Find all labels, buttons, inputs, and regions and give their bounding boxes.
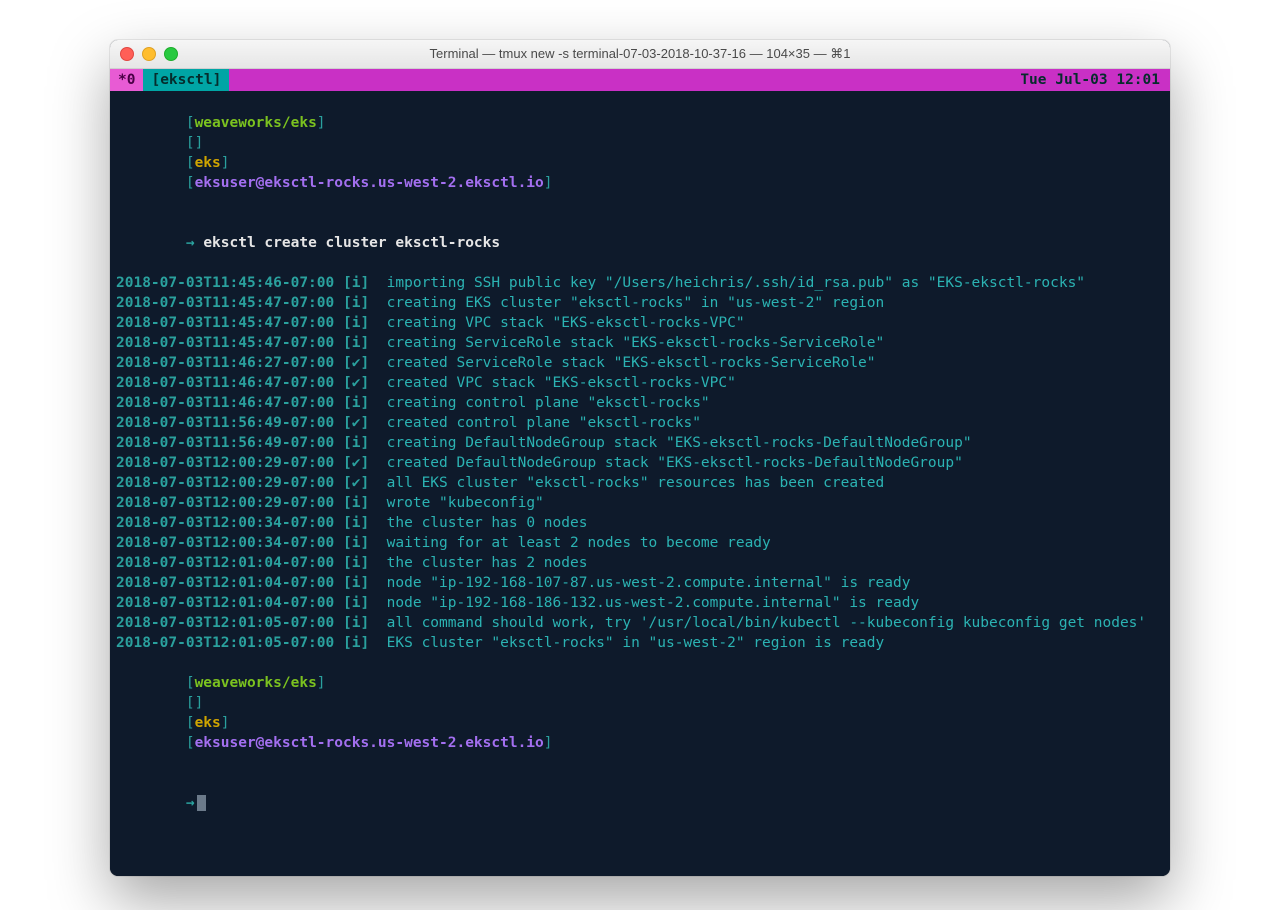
log-level: [i] xyxy=(343,635,369,651)
minimize-icon[interactable] xyxy=(142,47,156,61)
log-timestamp: 2018-07-03T11:46:47-07:00 xyxy=(116,395,334,411)
close-icon[interactable] xyxy=(120,47,134,61)
log-message: created VPC stack "EKS-eksctl-rocks-VPC" xyxy=(387,375,736,391)
log-level: [i] xyxy=(343,575,369,591)
window-controls xyxy=(120,47,178,61)
log-level: [i] xyxy=(343,495,369,511)
log-timestamp: 2018-07-03T12:01:05-07:00 xyxy=(116,635,334,651)
tmux-window-name: [eksctl] xyxy=(143,69,229,91)
log-level: [i] xyxy=(343,335,369,351)
log-level: [✔] xyxy=(343,415,369,431)
log-timestamp: 2018-07-03T12:00:34-07:00 xyxy=(116,535,334,551)
tmux-window-index: *0 xyxy=(110,69,143,91)
terminal-viewport[interactable]: [weaveworks/eks] [] [eks] [eksuser@eksct… xyxy=(110,91,1170,876)
log-level: [✔] xyxy=(343,455,369,471)
log-level: [✔] xyxy=(343,355,369,371)
log-timestamp: 2018-07-03T12:01:04-07:00 xyxy=(116,595,334,611)
log-level: [i] xyxy=(343,615,369,631)
log-line: 2018-07-03T12:01:04-07:00 [i] the cluste… xyxy=(116,553,1164,573)
log-line: 2018-07-03T12:01:05-07:00 [i] all comman… xyxy=(116,613,1164,633)
log-line: 2018-07-03T12:01:05-07:00 [i] EKS cluste… xyxy=(116,633,1164,653)
log-timestamp: 2018-07-03T12:00:29-07:00 xyxy=(116,455,334,471)
log-timestamp: 2018-07-03T12:01:04-07:00 xyxy=(116,575,334,591)
log-level: [i] xyxy=(343,275,369,291)
cursor-icon xyxy=(197,795,206,811)
log-line: 2018-07-03T12:00:34-07:00 [i] the cluste… xyxy=(116,513,1164,533)
log-line: 2018-07-03T12:00:29-07:00 [✔] created De… xyxy=(116,453,1164,473)
log-timestamp: 2018-07-03T11:56:49-07:00 xyxy=(116,415,334,431)
log-line: 2018-07-03T12:00:29-07:00 [✔] all EKS cl… xyxy=(116,473,1164,493)
log-level: [i] xyxy=(343,435,369,451)
log-line: 2018-07-03T11:45:47-07:00 [i] creating E… xyxy=(116,293,1164,313)
log-timestamp: 2018-07-03T12:00:34-07:00 xyxy=(116,515,334,531)
log-line: 2018-07-03T12:00:34-07:00 [i] waiting fo… xyxy=(116,533,1164,553)
log-message: creating control plane "eksctl-rocks" xyxy=(387,395,710,411)
log-line: 2018-07-03T12:01:04-07:00 [i] node "ip-1… xyxy=(116,593,1164,613)
log-message: importing SSH public key "/Users/heichri… xyxy=(387,275,1085,291)
window-title: Terminal — tmux new -s terminal-07-03-20… xyxy=(110,46,1170,62)
log-message: created ServiceRole stack "EKS-eksctl-ro… xyxy=(387,355,876,371)
log-line: 2018-07-03T11:46:47-07:00 [i] creating c… xyxy=(116,393,1164,413)
shell-command-line: → eksctl create cluster eksctl-rocks xyxy=(116,213,1164,273)
log-message: creating EKS cluster "eksctl-rocks" in "… xyxy=(387,295,885,311)
log-timestamp: 2018-07-03T12:01:04-07:00 xyxy=(116,555,334,571)
window-titlebar[interactable]: Terminal — tmux new -s terminal-07-03-20… xyxy=(110,40,1170,69)
log-message: created control plane "eksctl-rocks" xyxy=(387,415,701,431)
log-level: [i] xyxy=(343,515,369,531)
log-timestamp: 2018-07-03T12:00:29-07:00 xyxy=(116,475,334,491)
log-level: [i] xyxy=(343,395,369,411)
log-level: [i] xyxy=(343,295,369,311)
log-line: 2018-07-03T11:56:49-07:00 [i] creating D… xyxy=(116,433,1164,453)
terminal-window: Terminal — tmux new -s terminal-07-03-20… xyxy=(110,40,1170,876)
log-level: [i] xyxy=(343,315,369,331)
log-line: 2018-07-03T11:46:47-07:00 [✔] created VP… xyxy=(116,373,1164,393)
log-line: 2018-07-03T12:00:29-07:00 [i] wrote "kub… xyxy=(116,493,1164,513)
log-message: the cluster has 0 nodes xyxy=(387,515,588,531)
log-timestamp: 2018-07-03T12:00:29-07:00 xyxy=(116,495,334,511)
log-line: 2018-07-03T11:45:47-07:00 [i] creating S… xyxy=(116,333,1164,353)
shell-prompt-idle[interactable]: → xyxy=(116,773,1164,833)
shell-prompt-line: [weaveworks/eks] [] [eks] [eksuser@eksct… xyxy=(116,653,1164,773)
log-message: all EKS cluster "eksctl-rocks" resources… xyxy=(387,475,885,491)
log-line: 2018-07-03T11:45:47-07:00 [i] creating V… xyxy=(116,313,1164,333)
log-level: [i] xyxy=(343,535,369,551)
log-timestamp: 2018-07-03T11:45:47-07:00 xyxy=(116,335,334,351)
log-timestamp: 2018-07-03T12:01:05-07:00 xyxy=(116,615,334,631)
log-timestamp: 2018-07-03T11:45:47-07:00 xyxy=(116,315,334,331)
log-message: EKS cluster "eksctl-rocks" in "us-west-2… xyxy=(387,635,885,651)
log-message: created DefaultNodeGroup stack "EKS-eksc… xyxy=(387,455,963,471)
log-message: creating DefaultNodeGroup stack "EKS-eks… xyxy=(387,435,972,451)
shell-prompt-line: [weaveworks/eks] [] [eks] [eksuser@eksct… xyxy=(116,93,1164,213)
log-timestamp: 2018-07-03T11:46:47-07:00 xyxy=(116,375,334,391)
zoom-icon[interactable] xyxy=(164,47,178,61)
log-level: [✔] xyxy=(343,375,369,391)
log-output: 2018-07-03T11:45:46-07:00 [i] importing … xyxy=(116,273,1164,653)
log-message: creating VPC stack "EKS-eksctl-rocks-VPC… xyxy=(387,315,745,331)
log-timestamp: 2018-07-03T11:46:27-07:00 xyxy=(116,355,334,371)
log-message: wrote "kubeconfig" xyxy=(387,495,544,511)
log-level: [i] xyxy=(343,595,369,611)
tmux-clock: Tue Jul-03 12:01 xyxy=(1010,69,1170,91)
log-line: 2018-07-03T11:46:27-07:00 [✔] created Se… xyxy=(116,353,1164,373)
log-message: the cluster has 2 nodes xyxy=(387,555,588,571)
log-message: waiting for at least 2 nodes to become r… xyxy=(387,535,771,551)
entered-command: eksctl create cluster eksctl-rocks xyxy=(203,235,500,251)
log-line: 2018-07-03T12:01:04-07:00 [i] node "ip-1… xyxy=(116,573,1164,593)
log-timestamp: 2018-07-03T11:56:49-07:00 xyxy=(116,435,334,451)
log-timestamp: 2018-07-03T11:45:47-07:00 xyxy=(116,295,334,311)
log-timestamp: 2018-07-03T11:45:46-07:00 xyxy=(116,275,334,291)
log-message: all command should work, try '/usr/local… xyxy=(387,615,1147,631)
log-level: [✔] xyxy=(343,475,369,491)
log-line: 2018-07-03T11:45:46-07:00 [i] importing … xyxy=(116,273,1164,293)
log-line: 2018-07-03T11:56:49-07:00 [✔] created co… xyxy=(116,413,1164,433)
log-level: [i] xyxy=(343,555,369,571)
tmux-status-bar: *0 [eksctl] Tue Jul-03 12:01 xyxy=(110,69,1170,91)
log-message: node "ip-192-168-107-87.us-west-2.comput… xyxy=(387,575,911,591)
log-message: creating ServiceRole stack "EKS-eksctl-r… xyxy=(387,335,885,351)
log-message: node "ip-192-168-186-132.us-west-2.compu… xyxy=(387,595,920,611)
